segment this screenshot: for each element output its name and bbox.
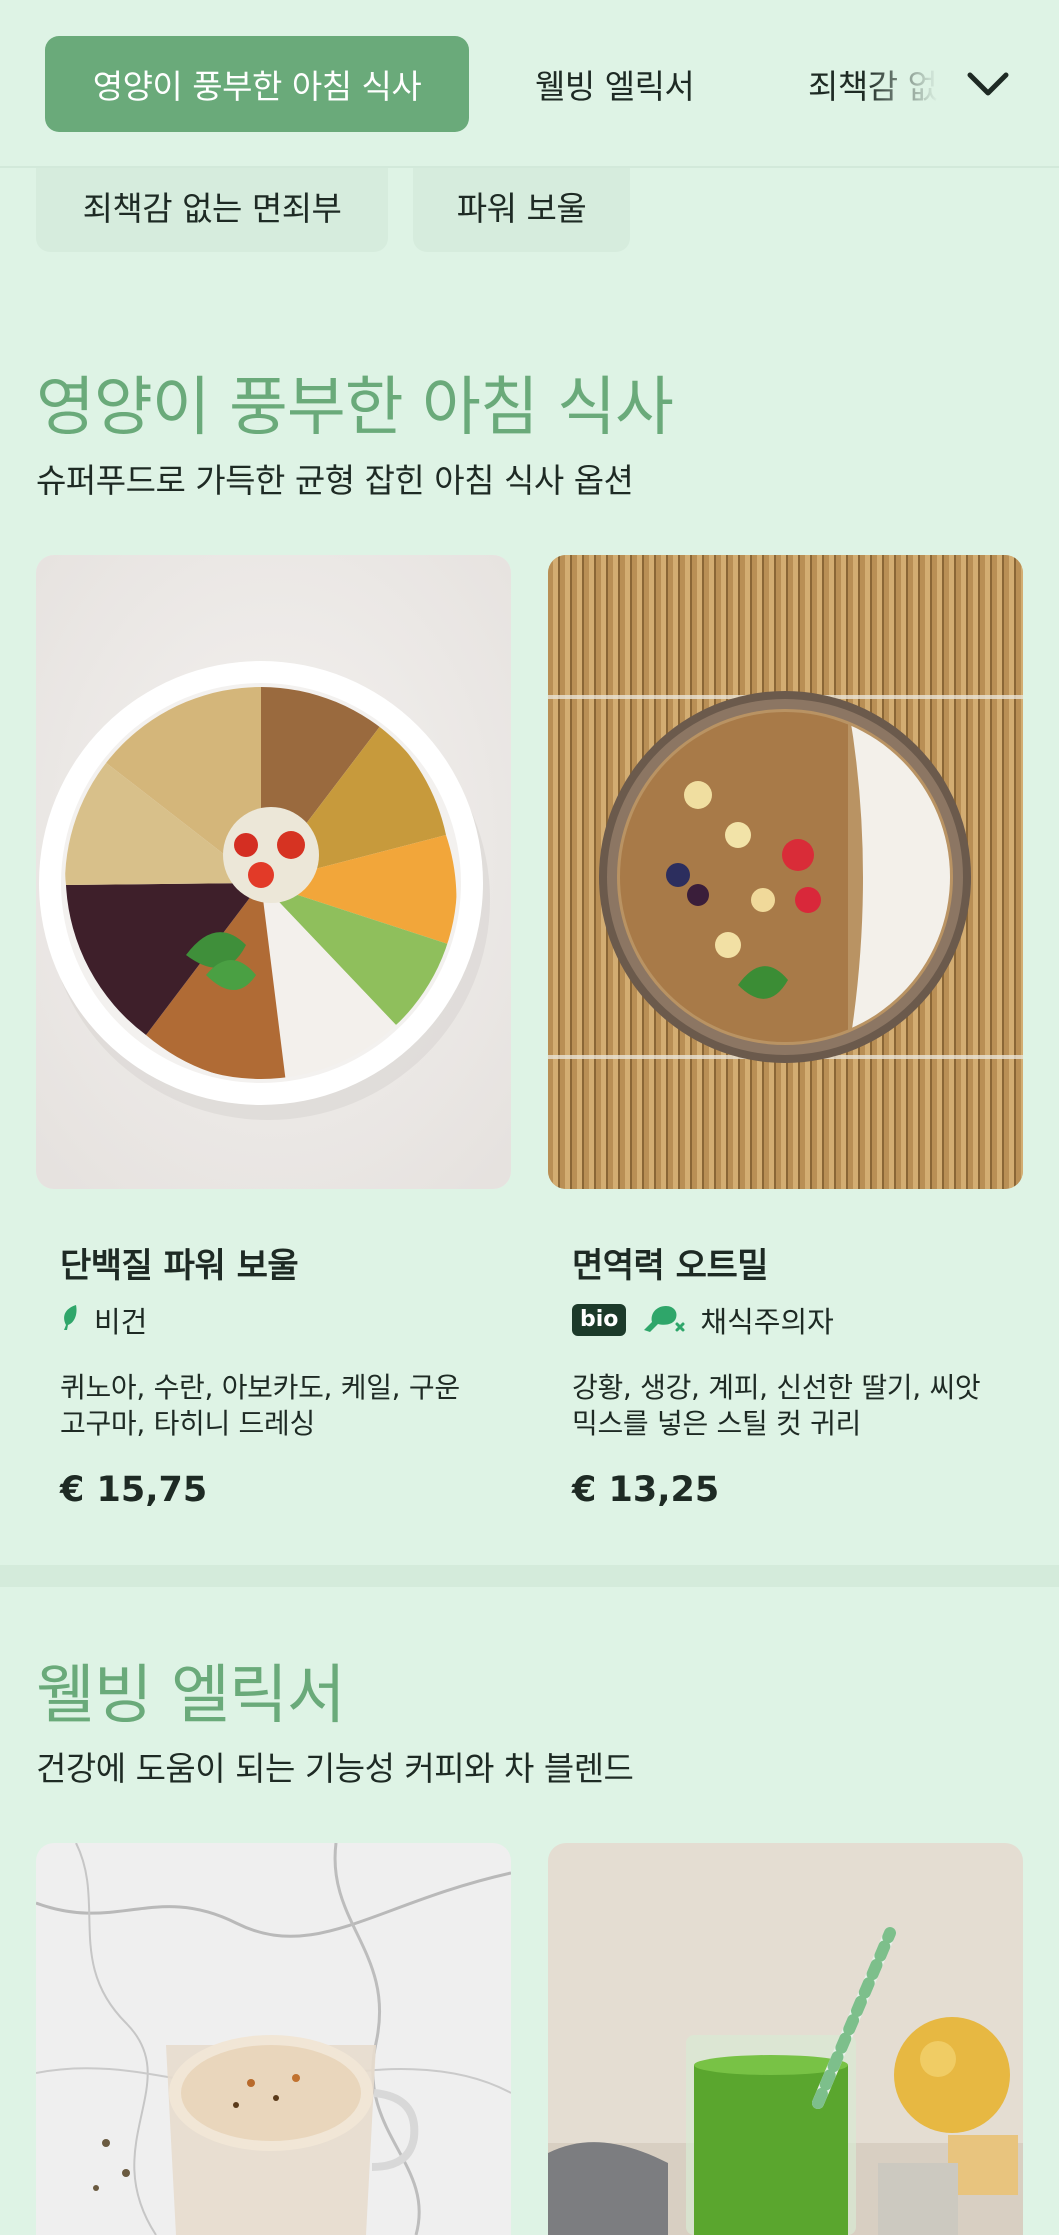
- diet-tag-label: 채식주의자: [700, 1305, 834, 1339]
- section-title-elixirs: 웰빙 엘릭서: [36, 1659, 346, 1733]
- tab-wellbeing-elixirs[interactable]: 웰빙 엘릭서: [535, 36, 695, 132]
- diet-tags: 비건: [60, 1300, 147, 1340]
- tab-nutritious-breakfast[interactable]: 영양이 풍부한 아침 식사: [45, 36, 469, 132]
- item-name[interactable]: 단백질 파워 보울: [60, 1238, 299, 1287]
- leaf-icon: [60, 1303, 80, 1338]
- immunity-oatmeal-image[interactable]: [548, 555, 1023, 1189]
- section-subtitle-breakfast: 슈퍼푸드로 가득한 균형 잡힌 아침 식사 옵션: [36, 461, 634, 500]
- chip-power-bowl[interactable]: 파워 보울: [413, 160, 630, 252]
- section-subtitle-elixirs: 건강에 도움이 되는 기능성 커피와 차 블렌드: [36, 1749, 634, 1788]
- diet-tags: bio 채식주의자: [572, 1300, 834, 1340]
- item-description: 강황, 생강, 계피, 신선한 딸기, 씨앗 믹스를 넣은 스틸 컷 귀리: [572, 1371, 981, 1440]
- diet-tag-label: 비건: [94, 1305, 148, 1339]
- item-name[interactable]: 면역력 오트밀: [572, 1238, 769, 1287]
- bio-badge: bio: [572, 1304, 627, 1336]
- latte-image[interactable]: [36, 1843, 511, 2235]
- green-juice-image[interactable]: [548, 1843, 1023, 2235]
- tab-guilt-free[interactable]: 죄책감 없: [808, 36, 938, 132]
- category-nav: 영양이 풍부한 아침 식사 웰빙 엘릭서 죄책감 없: [0, 0, 1059, 168]
- chicken-leg-icon: [640, 1300, 686, 1341]
- chevron-down-icon[interactable]: [962, 58, 1014, 110]
- chip-guilt-free-indulgence[interactable]: 죄책감 없는 면죄부: [36, 160, 388, 252]
- section-title-breakfast: 영양이 풍부한 아침 식사: [36, 371, 674, 445]
- protein-bowl-image[interactable]: [36, 555, 511, 1189]
- item-price: € 13,25: [572, 1470, 720, 1510]
- item-price: € 15,75: [60, 1470, 208, 1510]
- section-divider: [0, 1565, 1059, 1587]
- item-description: 퀴노아, 수란, 아보카도, 케일, 구운 고구마, 타히니 드레싱: [60, 1371, 460, 1440]
